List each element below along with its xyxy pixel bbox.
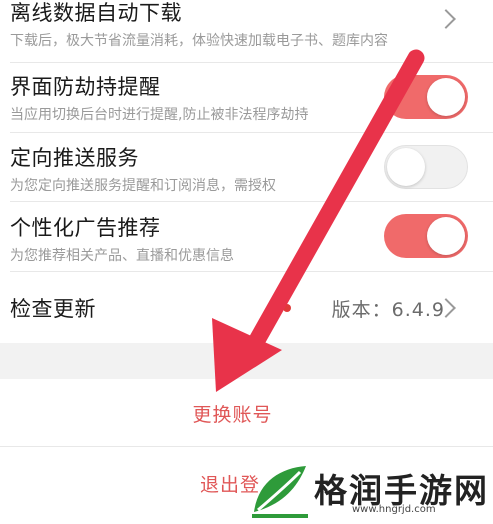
watermark-url: www.hngrjd.com <box>352 504 436 515</box>
toggle-knob <box>427 78 465 116</box>
site-watermark: 格润手游网 www.hngrjd.com <box>248 458 493 524</box>
setting-title: 检查更新 <box>10 297 96 321</box>
switch-account-button[interactable]: 更换账号 <box>0 400 479 427</box>
personalized-ads-toggle[interactable] <box>384 214 468 258</box>
toggle-knob <box>427 217 465 255</box>
setting-offline-download[interactable]: 离线数据自动下载 下载后，极大节省流量消耗，体验快速加载电子书、题库内容 <box>0 0 493 62</box>
setting-subtitle: 为您定向推送服务提醒和订阅消息，需授权 <box>10 178 276 194</box>
anti-hijack-toggle[interactable] <box>384 75 468 119</box>
setting-title: 离线数据自动下载 <box>10 1 182 25</box>
toggle-knob <box>387 148 425 186</box>
setting-targeted-push: 定向推送服务 为您定向推送服务提醒和订阅消息，需授权 <box>0 133 493 201</box>
section-gap <box>0 343 493 379</box>
setting-anti-hijack: 界面防劫持提醒 当应用切换后台时进行提醒,防止被非法程序劫持 <box>0 63 493 132</box>
setting-subtitle: 下载后，极大节省流量消耗，体验快速加载电子书、题库内容 <box>10 33 388 49</box>
version-label: 版本：6.4.9 <box>331 299 445 321</box>
setting-subtitle: 为您推荐相关产品、直播和优惠信息 <box>10 248 234 264</box>
setting-title: 界面防劫持提醒 <box>10 75 161 99</box>
setting-personalized-ads: 个性化广告推荐 为您推荐相关产品、直播和优惠信息 <box>0 202 493 271</box>
update-badge-dot <box>283 304 291 312</box>
setting-check-update[interactable]: 检查更新 版本：6.4.9 <box>0 272 493 343</box>
chevron-right-icon <box>436 9 456 29</box>
setting-subtitle: 当应用切换后台时进行提醒,防止被非法程序劫持 <box>10 107 309 123</box>
settings-screen: 离线数据自动下载 下载后，极大节省流量消耗，体验快速加载电子书、题库内容 界面防… <box>0 0 493 524</box>
targeted-push-toggle[interactable] <box>384 145 468 189</box>
setting-title: 个性化广告推荐 <box>10 216 161 240</box>
setting-title: 定向推送服务 <box>10 146 139 170</box>
divider <box>0 446 493 447</box>
leaf-logo-icon <box>252 466 308 518</box>
